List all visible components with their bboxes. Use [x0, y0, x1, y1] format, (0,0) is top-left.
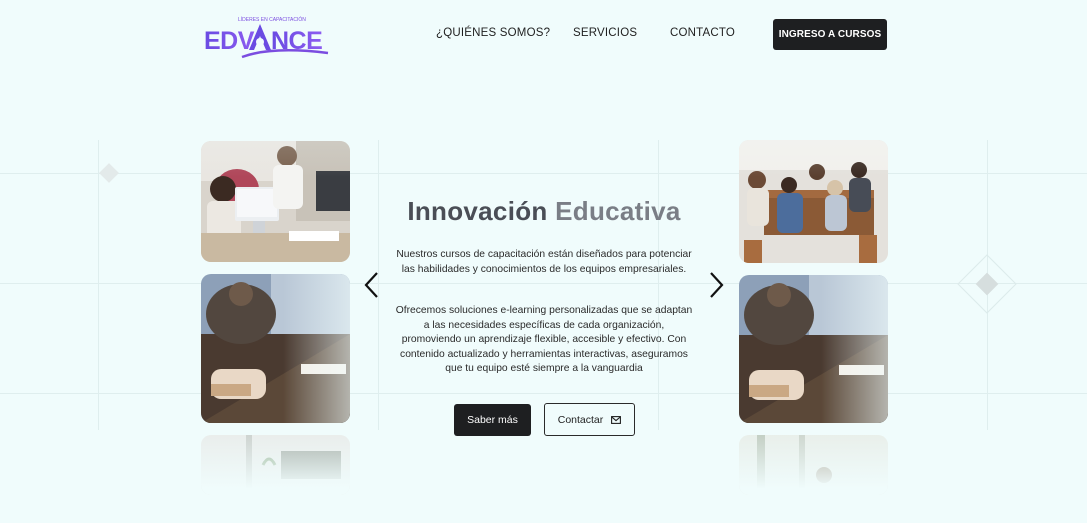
photo-team-meeting	[739, 140, 888, 263]
carousel-prev-button[interactable]	[363, 270, 383, 300]
nav-item-contacto[interactable]: CONTACTO	[670, 27, 735, 39]
hero-title-accent: Educativa	[555, 196, 681, 226]
hero-paragraph-2: Ofrecemos soluciones e-learning personal…	[395, 305, 693, 374]
saber-mas-button[interactable]: Saber más	[454, 404, 531, 436]
diamond-decoration	[99, 163, 119, 183]
site-header: EDV NCE LÍDERES EN CAPACITACIÓN ¿QUIÉNES…	[0, 0, 1087, 70]
contactar-label: Contactar	[557, 413, 604, 426]
brand-logo[interactable]: EDV NCE LÍDERES EN CAPACITACIÓN	[202, 12, 332, 60]
grid-line	[658, 140, 659, 430]
grid-line	[0, 393, 1087, 394]
grid-line	[0, 283, 1087, 284]
hero-paragraph-1: Nuestros cursos de capacitación están di…	[396, 249, 692, 275]
photo-hands-writing	[739, 275, 888, 423]
nav-item-servicios[interactable]: SERVICIOS	[573, 27, 637, 39]
hero-title-main: Innovación	[407, 196, 548, 226]
ingreso-cursos-button[interactable]: INGRESO A CURSOS	[773, 19, 887, 50]
svg-text:EDV: EDV	[204, 27, 255, 55]
hero-title: Innovación Educativa	[370, 196, 718, 227]
photo-hands-writing	[201, 435, 350, 495]
chevron-left-icon	[364, 272, 378, 298]
contactar-button[interactable]: Contactar	[544, 403, 635, 436]
nav-item-quienes-somos[interactable]: ¿QUIÉNES SOMOS?	[436, 27, 550, 39]
photo-team-meeting	[201, 274, 350, 423]
carousel-next-button[interactable]	[706, 270, 726, 300]
grid-line	[0, 173, 1087, 174]
svg-text:LÍDERES EN CAPACITACIÓN: LÍDERES EN CAPACITACIÓN	[238, 16, 306, 23]
chevron-right-icon	[710, 272, 724, 298]
photo-office-computers	[201, 141, 350, 262]
grid-line	[98, 140, 99, 430]
edvance-logo-icon: EDV NCE LÍDERES EN CAPACITACIÓN	[204, 16, 329, 59]
mail-icon	[611, 415, 622, 424]
photo-window-office	[739, 435, 888, 495]
